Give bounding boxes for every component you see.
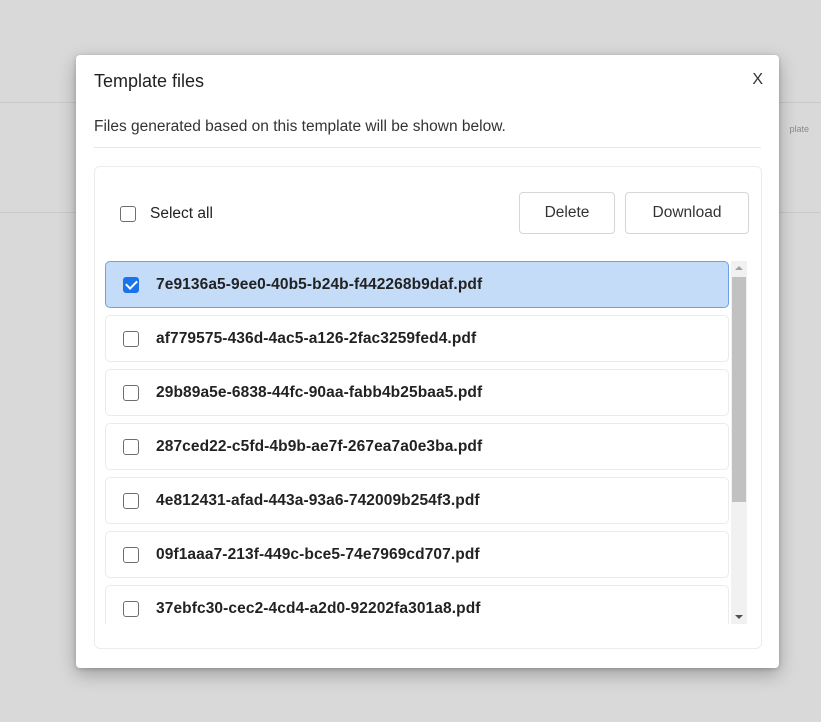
select-all-label: Select all bbox=[150, 205, 213, 222]
file-list-item[interactable]: af779575-436d-4ac5-a126-2fac3259fed4.pdf bbox=[105, 315, 729, 362]
file-name: af779575-436d-4ac5-a126-2fac3259fed4.pdf bbox=[156, 329, 477, 347]
select-all-checkbox[interactable] bbox=[120, 206, 136, 222]
file-name: 29b89a5e-6838-44fc-90aa-fabb4b25baa5.pdf bbox=[156, 383, 483, 401]
files-panel: Select all Delete Download 7e9136a5-9ee0… bbox=[94, 166, 762, 649]
file-list-item[interactable]: 287ced22-c5fd-4b9b-ae7f-267ea7a0e3ba.pdf bbox=[105, 423, 729, 470]
scroll-down-arrow-icon[interactable] bbox=[735, 615, 743, 619]
file-list-item[interactable]: 7e9136a5-9ee0-40b5-b24b-f442268b9daf.pdf bbox=[105, 261, 729, 308]
file-name: 7e9136a5-9ee0-40b5-b24b-f442268b9daf.pdf bbox=[156, 275, 483, 293]
subtitle-divider bbox=[94, 147, 761, 148]
delete-button[interactable]: Delete bbox=[519, 192, 615, 234]
file-list-item[interactable]: 4e812431-afad-443a-93a6-742009b254f3.pdf bbox=[105, 477, 729, 524]
template-files-dialog: Template files X Files generated based o… bbox=[76, 55, 779, 668]
files-toolbar: Select all Delete Download bbox=[95, 192, 761, 236]
dialog-title: Template files bbox=[94, 71, 205, 91]
close-button[interactable]: X bbox=[752, 71, 763, 89]
download-button[interactable]: Download bbox=[625, 192, 749, 234]
file-checkbox[interactable] bbox=[123, 438, 139, 455]
scroll-up-arrow-icon[interactable] bbox=[735, 266, 743, 270]
file-list[interactable]: 7e9136a5-9ee0-40b5-b24b-f442268b9daf.pdf… bbox=[105, 261, 731, 624]
file-checkbox[interactable] bbox=[123, 330, 139, 347]
file-list-item[interactable]: 09f1aaa7-213f-449c-bce5-74e7969cd707.pdf bbox=[105, 531, 729, 578]
scrollbar-thumb[interactable] bbox=[732, 277, 746, 502]
select-all-control[interactable]: Select all bbox=[120, 205, 213, 223]
file-checkbox[interactable] bbox=[123, 546, 139, 563]
file-list-item[interactable]: 37ebfc30-cec2-4cd4-a2d0-92202fa301a8.pdf bbox=[105, 585, 729, 624]
file-name: 09f1aaa7-213f-449c-bce5-74e7969cd707.pdf bbox=[156, 545, 480, 563]
file-list-item[interactable]: 29b89a5e-6838-44fc-90aa-fabb4b25baa5.pdf bbox=[105, 369, 729, 416]
file-name: 4e812431-afad-443a-93a6-742009b254f3.pdf bbox=[156, 491, 480, 509]
file-checkbox[interactable] bbox=[123, 276, 139, 293]
background-column-label: plate bbox=[789, 124, 809, 134]
file-checkbox[interactable] bbox=[123, 384, 139, 401]
file-name: 37ebfc30-cec2-4cd4-a2d0-92202fa301a8.pdf bbox=[156, 599, 481, 617]
file-checkbox[interactable] bbox=[123, 600, 139, 617]
file-list-scrollbar[interactable] bbox=[731, 261, 747, 624]
file-checkbox[interactable] bbox=[123, 492, 139, 509]
dialog-subtitle: Files generated based on this template w… bbox=[94, 118, 506, 135]
file-name: 287ced22-c5fd-4b9b-ae7f-267ea7a0e3ba.pdf bbox=[156, 437, 483, 455]
